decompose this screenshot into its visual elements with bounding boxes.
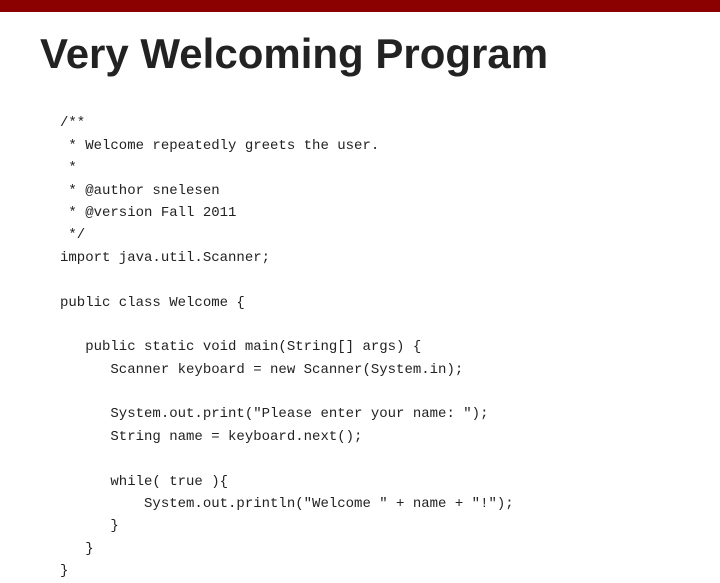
code-line: }	[60, 538, 680, 560]
code-line: */	[60, 224, 680, 246]
code-line: public class Welcome {	[60, 292, 680, 314]
code-line: String name = keyboard.next();	[60, 426, 680, 448]
code-line: }	[60, 515, 680, 537]
code-line	[60, 448, 680, 470]
code-line: while( true ){	[60, 471, 680, 493]
code-line: System.out.println("Welcome " + name + "…	[60, 493, 680, 515]
page-title: Very Welcoming Program	[0, 12, 720, 90]
code-block: /** * Welcome repeatedly greets the user…	[0, 90, 720, 583]
code-line	[60, 381, 680, 403]
top-bar	[0, 0, 720, 12]
code-line: * Welcome repeatedly greets the user.	[60, 135, 680, 157]
code-line: import java.util.Scanner;	[60, 247, 680, 269]
code-line: /**	[60, 112, 680, 134]
code-line: Scanner keyboard = new Scanner(System.in…	[60, 359, 680, 381]
code-line: *	[60, 157, 680, 179]
code-line: }	[60, 560, 680, 582]
code-line	[60, 269, 680, 291]
code-line: * @author snelesen	[60, 180, 680, 202]
code-line: * @version Fall 2011	[60, 202, 680, 224]
code-line: public static void main(String[] args) {	[60, 336, 680, 358]
code-line: System.out.print("Please enter your name…	[60, 403, 680, 425]
code-line	[60, 314, 680, 336]
